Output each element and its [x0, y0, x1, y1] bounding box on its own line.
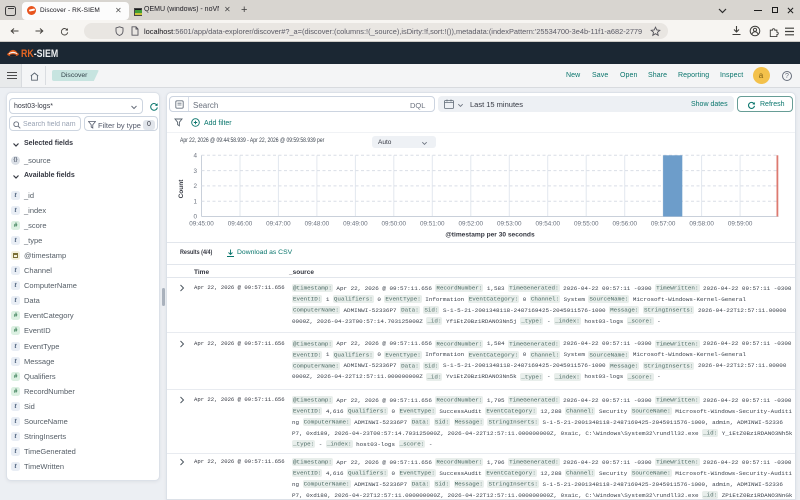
svg-text:09:48:00: 09:48:00: [305, 221, 330, 228]
svg-text:09:46:00: 09:46:00: [228, 221, 253, 228]
svg-text:09:49:00: 09:49:00: [343, 221, 368, 228]
svg-text:09:56:00: 09:56:00: [612, 221, 637, 228]
svg-text:09:54:00: 09:54:00: [535, 221, 560, 228]
svg-text:2: 2: [193, 183, 197, 190]
svg-text:09:45:00: 09:45:00: [189, 221, 214, 228]
svg-text:09:58:00: 09:58:00: [689, 221, 714, 228]
svg-text:@timestamp per 30 seconds: @timestamp per 30 seconds: [445, 232, 535, 239]
svg-text:09:59:00: 09:59:00: [728, 221, 753, 228]
svg-text:09:55:00: 09:55:00: [574, 221, 599, 228]
svg-text:09:51:00: 09:51:00: [420, 221, 445, 228]
svg-text:Count: Count: [178, 179, 185, 199]
svg-text:09:52:00: 09:52:00: [459, 221, 484, 228]
svg-text:09:57:00: 09:57:00: [651, 221, 676, 228]
svg-text:4: 4: [193, 153, 197, 160]
svg-text:09:53:00: 09:53:00: [497, 221, 522, 228]
svg-text:1: 1: [193, 198, 197, 205]
svg-text:09:47:00: 09:47:00: [266, 221, 291, 228]
svg-text:09:50:00: 09:50:00: [382, 221, 407, 228]
svg-text:3: 3: [193, 168, 197, 175]
